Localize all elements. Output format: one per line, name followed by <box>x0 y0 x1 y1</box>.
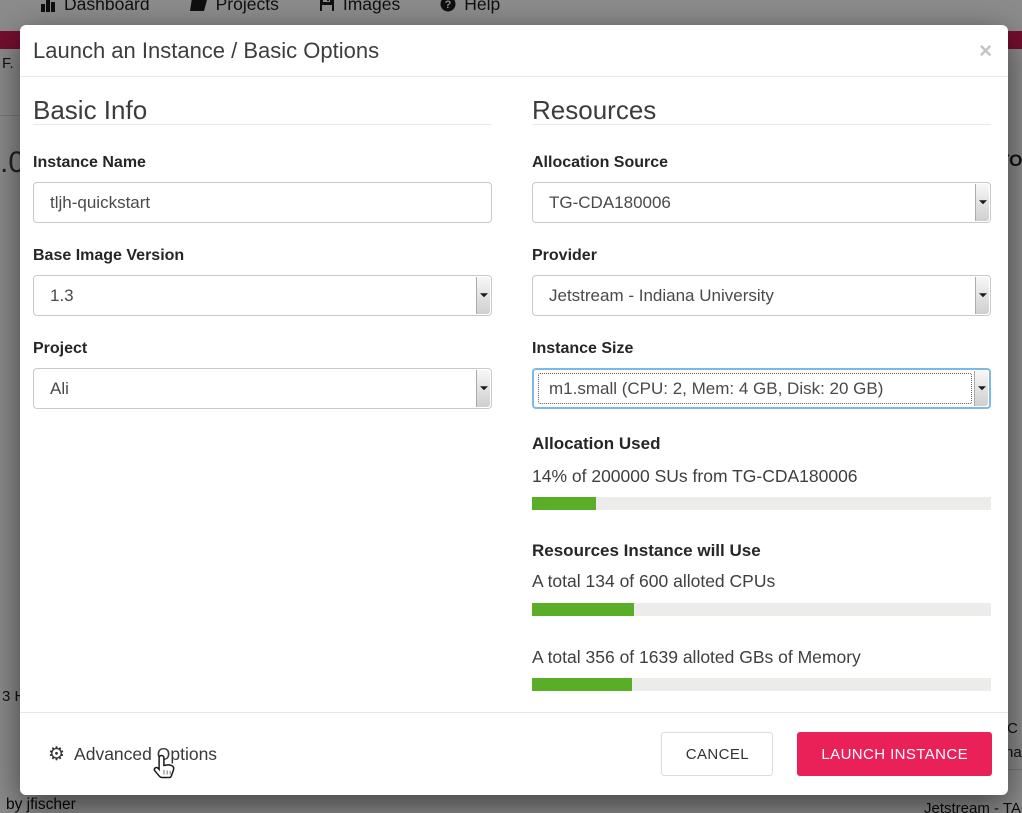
instance-size-label: Instance Size <box>532 339 991 359</box>
basic-info-column: Basic Info Instance Name Base Image Vers… <box>33 96 492 712</box>
gear-icon: ⚙ <box>48 745 65 764</box>
memory-usage-text: A total 356 of 1639 alloted GBs of Memor… <box>532 646 991 668</box>
base-image-version-select[interactable]: 1.3 <box>33 275 492 316</box>
allocation-source-select[interactable]: TG-CDA180006 <box>532 182 991 223</box>
allocation-source-label: Allocation Source <box>532 153 991 173</box>
selected-value: m1.small (CPU: 2, Mem: 4 GB, Disk: 20 GB… <box>549 379 883 399</box>
modal-body: Basic Info Instance Name Base Image Vers… <box>20 77 1008 712</box>
allocation-source-field: Allocation Source TG-CDA180006 <box>532 153 991 223</box>
launch-instance-modal: Launch an Instance / Basic Options × Bas… <box>20 25 1008 795</box>
provider-label: Provider <box>532 246 991 266</box>
instance-size-select[interactable]: m1.small (CPU: 2, Mem: 4 GB, Disk: 20 GB… <box>532 368 991 409</box>
instance-name-field: Instance Name <box>33 153 492 223</box>
cpu-usage-progressbar <box>532 603 991 616</box>
resources-heading: Resources <box>532 96 991 125</box>
instance-usage-heading: Resources Instance will Use <box>532 540 991 562</box>
close-icon[interactable]: × <box>979 40 992 62</box>
page-root: Dashboard Projects Images ? Help F. .0 3… <box>0 0 1022 813</box>
chevron-down-icon <box>975 277 989 314</box>
progress-fill <box>532 678 632 691</box>
allocation-used-heading: Allocation Used <box>532 433 991 455</box>
selected-value: Ali <box>50 379 69 399</box>
memory-usage-progressbar <box>532 678 991 691</box>
progress-fill <box>532 497 596 510</box>
provider-select[interactable]: Jetstream - Indiana University <box>532 275 991 316</box>
base-image-version-field: Base Image Version 1.3 <box>33 246 492 316</box>
project-select[interactable]: Ali <box>33 368 492 409</box>
project-label: Project <box>33 339 492 359</box>
resources-column: Resources Allocation Source TG-CDA180006… <box>532 96 991 712</box>
chevron-down-icon <box>975 184 989 221</box>
launch-instance-button[interactable]: LAUNCH INSTANCE <box>797 732 992 776</box>
selected-value: TG-CDA180006 <box>549 193 671 213</box>
instance-size-field: Instance Size m1.small (CPU: 2, Mem: 4 G… <box>532 339 991 409</box>
advanced-options-link[interactable]: ⚙ Advanced Options <box>48 744 217 765</box>
provider-field: Provider Jetstream - Indiana University <box>532 246 991 316</box>
chevron-down-icon <box>476 370 490 407</box>
modal-title: Launch an Instance / Basic Options <box>33 38 379 64</box>
allocation-used-text: 14% of 200000 SUs from TG-CDA180006 <box>532 465 991 487</box>
footer-buttons: CANCEL LAUNCH INSTANCE <box>661 732 992 776</box>
modal-footer: ⚙ Advanced Options CANCEL LAUNCH INSTANC… <box>20 712 1008 795</box>
chevron-down-icon <box>476 277 490 314</box>
instance-name-input[interactable] <box>33 182 492 223</box>
instance-name-label: Instance Name <box>33 153 492 173</box>
cpu-usage-text: A total 134 of 600 alloted CPUs <box>532 570 991 592</box>
progress-fill <box>532 603 634 616</box>
modal-header: Launch an Instance / Basic Options × <box>20 25 1008 77</box>
project-field: Project Ali <box>33 339 492 409</box>
basic-info-heading: Basic Info <box>33 96 492 125</box>
selected-value: Jetstream - Indiana University <box>549 286 774 306</box>
cancel-button[interactable]: CANCEL <box>661 732 773 776</box>
base-image-version-label: Base Image Version <box>33 246 492 266</box>
selected-value: 1.3 <box>50 286 74 306</box>
chevron-down-icon <box>974 371 988 406</box>
allocation-used-progressbar <box>532 497 991 510</box>
advanced-options-label: Advanced Options <box>74 744 217 765</box>
